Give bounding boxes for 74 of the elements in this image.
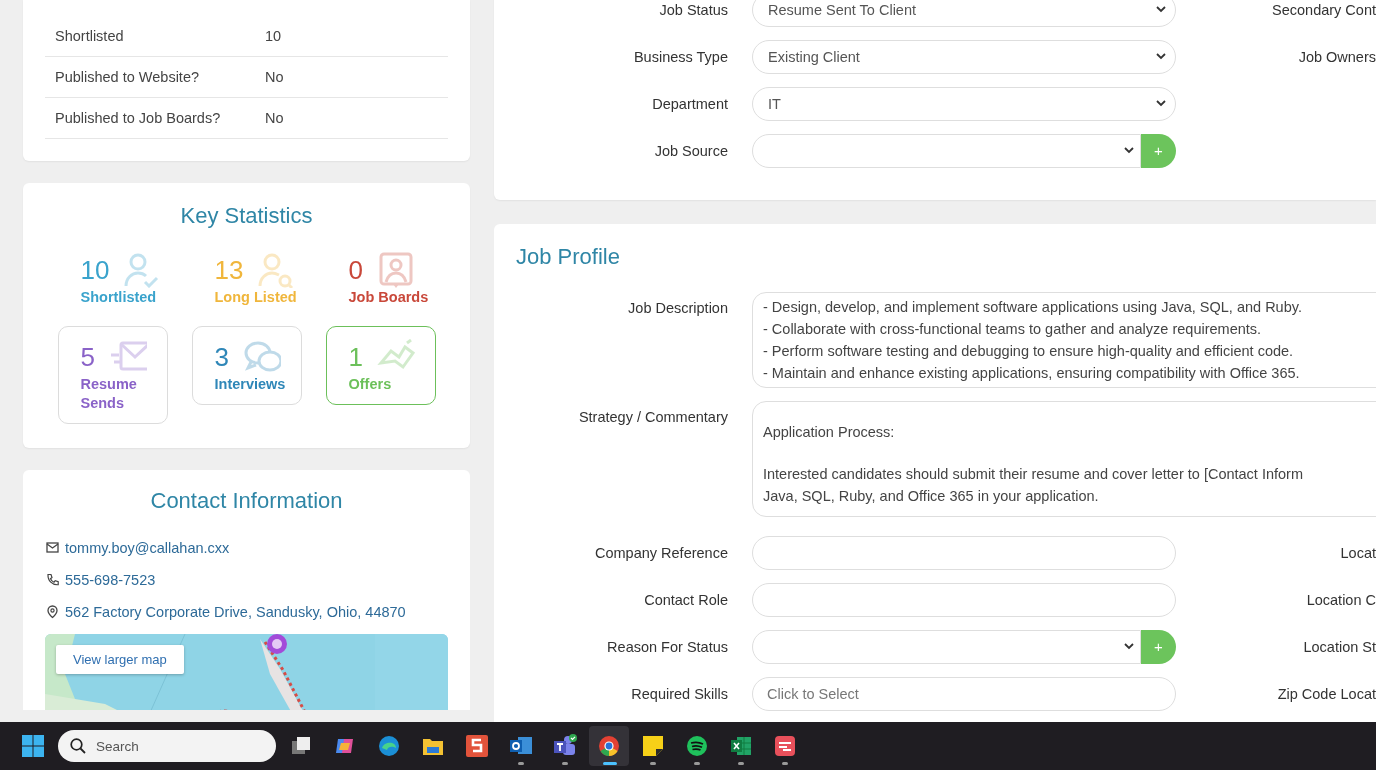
stat-tile[interactable]: 5 Resume Sends — [57, 325, 168, 424]
input-field[interactable] — [752, 582, 1176, 617]
stat-count: 1 — [348, 343, 363, 370]
stat-count: 0 — [348, 257, 363, 283]
stripes-icon — [773, 734, 797, 758]
field-label: Business Type — [632, 48, 728, 65]
stat-label: Shortlisted — [80, 288, 158, 307]
field-label: Location C — [1306, 591, 1376, 608]
chevron-down-icon — [1156, 100, 1166, 107]
slides-icon — [465, 734, 489, 758]
stat-count: 5 — [80, 343, 95, 370]
table-cell-text: Published to Website? — [55, 69, 201, 85]
phone-link[interactable]: 555-698-7523 — [65, 571, 156, 588]
field-label: Location St — [1303, 638, 1376, 655]
table-cell-text: No — [265, 69, 285, 85]
round-browser-icon — [597, 734, 621, 758]
note-icon — [641, 734, 665, 758]
table-cell-text: Published to Job Boards? — [55, 110, 222, 126]
field-label: Zip Code Locat — [1277, 685, 1376, 702]
dropdown-field[interactable]: Resume Sent To Client — [752, 0, 1176, 27]
stat-count: 3 — [214, 343, 229, 370]
stat-tile[interactable]: 3 Interviews — [191, 325, 302, 405]
input-field[interactable] — [752, 535, 1176, 570]
person-search-icon — [257, 252, 296, 288]
field-label: Required Skills — [630, 685, 728, 702]
chevron-down-icon — [1124, 643, 1134, 650]
search-icon — [70, 738, 86, 754]
dropdown-field[interactable] — [752, 133, 1141, 168]
field-label: Department — [651, 95, 728, 112]
stat-label: Long Listed — [214, 288, 298, 307]
field-label: Job Description — [627, 299, 728, 316]
chevron-down-icon — [1156, 6, 1166, 13]
chevron-down-icon — [1156, 53, 1166, 60]
sound-waves-icon — [685, 734, 709, 758]
field-label: Secondary Cont — [1272, 1, 1376, 18]
table-cell-text: 10 — [265, 28, 283, 44]
section-title: Contact Information — [149, 487, 344, 514]
taskbar-button[interactable] — [589, 726, 629, 766]
people-icon — [553, 734, 577, 758]
section-title: Key Statistics — [179, 203, 314, 229]
chevron-down-icon — [1124, 147, 1134, 154]
phone-icon — [46, 572, 59, 587]
address-link[interactable]: 562 Factory Corporate Drive, Sandusky, Ohio, 44870 — [65, 603, 406, 620]
dropdown-field[interactable]: IT — [752, 86, 1176, 121]
field-label: Job Owners — [1298, 48, 1376, 65]
dropdown-field[interactable]: Existing Client — [752, 39, 1176, 74]
field-label: Contact Role — [643, 591, 728, 608]
dropdown-field[interactable] — [752, 629, 1141, 664]
stat-count: 10 — [80, 257, 110, 283]
stat-label: Offers — [348, 374, 393, 394]
envelope-icon — [46, 540, 59, 555]
email-link[interactable]: tommy.boy@callahan.cxx — [65, 539, 230, 556]
start-icon — [22, 735, 44, 757]
text-area[interactable]: Application Process: Interested candidates should submit their resume and cover letter to [Contact Inform Java, SQL, Ruby, and Office 365 in your application. — [752, 401, 1376, 517]
stat-count: 13 — [214, 257, 244, 283]
field-label: Job Status — [658, 1, 728, 18]
input-field[interactable]: Click to Select — [752, 676, 1176, 711]
search-field[interactable]: Search — [58, 730, 276, 762]
spreadsheet-icon — [729, 734, 753, 758]
section-title: Job Profile — [516, 244, 621, 270]
table-cell-text: No — [265, 110, 285, 126]
field-label: Company Reference — [594, 544, 728, 561]
stat-label: Resume Sends — [80, 374, 138, 413]
field-label: Job Source — [653, 142, 728, 159]
globe-wave-icon — [377, 734, 401, 758]
text-area[interactable]: - Design, develop, and implement software applications using Java, SQL, and Ruby. - Collaborate with cross-functional teams to gather and analyze requirements. - Perform software testing and debugging to ensure high-quality and efficient code. - Maintain and enhance existing applications, ensuring compatibility with Office 365. — [752, 292, 1376, 388]
field-label: Locat — [1340, 544, 1376, 561]
field-label: Reason For Status — [606, 638, 728, 655]
stat-label: Interviews — [214, 374, 287, 394]
location-pin-icon — [46, 604, 59, 619]
view-larger-map-button[interactable]: View larger map — [56, 644, 184, 674]
table-cell-text: Shortlisted — [55, 28, 125, 44]
stat-label: Job Boards — [348, 288, 430, 307]
field-label: Strategy / Commentary — [577, 408, 728, 425]
